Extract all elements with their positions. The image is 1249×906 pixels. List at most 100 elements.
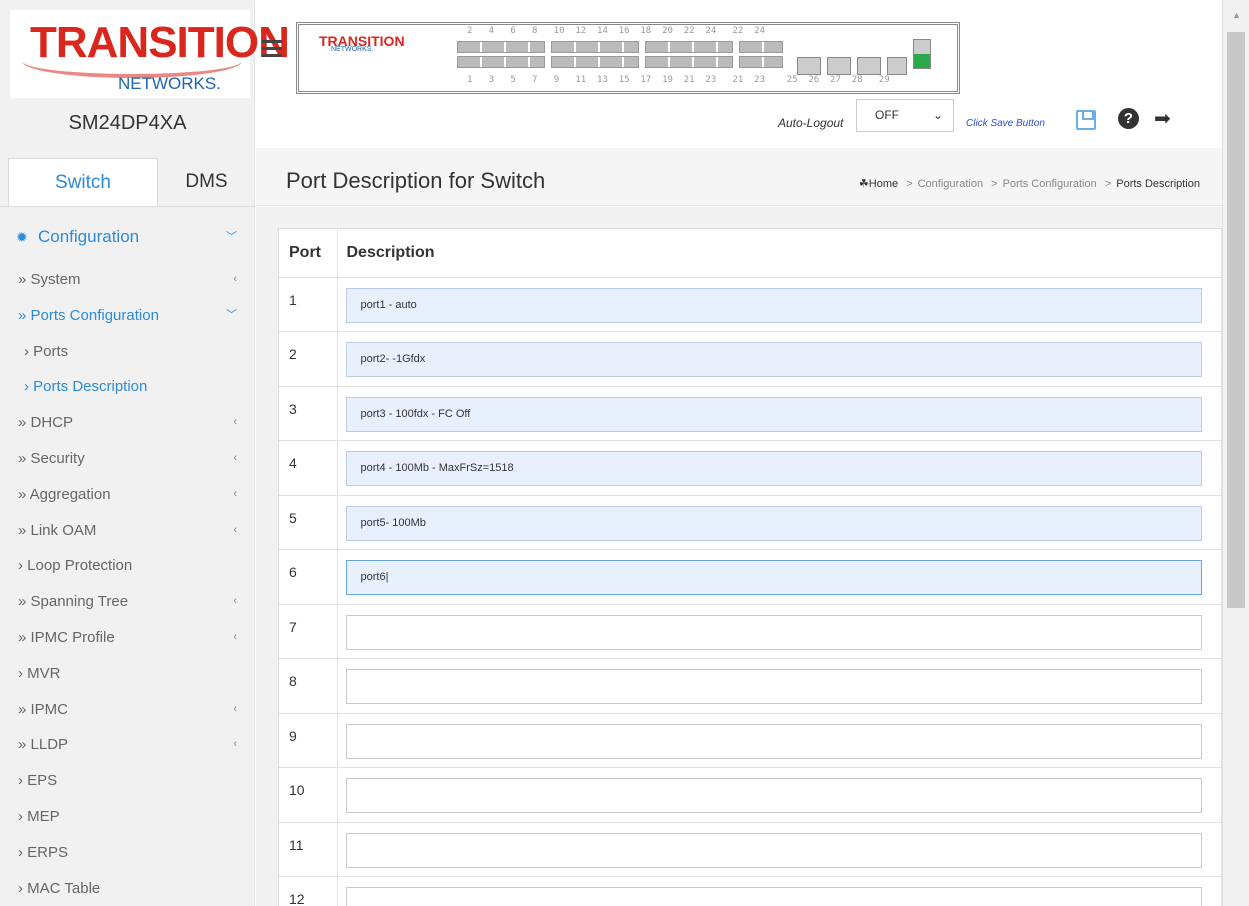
tab-switch[interactable]: Switch: [8, 158, 158, 206]
nav-item-label: › Ports: [24, 342, 69, 360]
page-title: Port Description for Switch: [286, 168, 546, 193]
port-number: 11: [279, 822, 338, 877]
sfp-port[interactable]: [857, 57, 881, 75]
sidebar-tabs: Switch DMS: [0, 158, 255, 206]
sidebar-item-spanning-tree[interactable]: » Spanning Tree ‹: [0, 584, 255, 620]
sfp-port[interactable]: [827, 57, 851, 75]
column-header-description: Description: [337, 229, 1221, 278]
port-group-1[interactable]: [457, 39, 545, 71]
sidebar-item-mac-table[interactable]: › MAC Table: [0, 871, 255, 906]
breadcrumb-configuration[interactable]: Configuration: [918, 178, 983, 190]
nav-item-label: » Link OAM: [18, 521, 97, 539]
logo-wordmark: TRANSITION: [30, 18, 290, 67]
breadcrumb-current: Ports Description: [1116, 178, 1200, 190]
brand-logo: TRANSITION NETWORKS.: [10, 10, 290, 98]
port-description-input[interactable]: [345, 723, 1202, 759]
nav-item-label: » LLDP: [18, 736, 69, 754]
port-group-2[interactable]: [551, 39, 639, 71]
chevron-down-icon: ﹀: [226, 308, 237, 321]
port-description-input[interactable]: [345, 669, 1202, 704]
nav-item-label: » Ports Configuration: [18, 306, 159, 324]
breadcrumb: ☘Home > Configuration > Ports Configuratio…: [858, 178, 1200, 190]
sidebar-item-link-oam[interactable]: » Link OAM ‹: [0, 513, 255, 549]
gear-icon: ✹: [16, 229, 28, 245]
sidebar: TRANSITION NETWORKS. SM24DP4XA Switch DM…: [0, 0, 290, 906]
tab-divider: [0, 206, 255, 207]
port-description-table: Port Description 1 port1 - auto 2 port2- -…: [278, 228, 1222, 906]
sidebar-item-aggregation[interactable]: » Aggregation ‹: [0, 477, 255, 513]
panel-logo: TRANSITION NETWORKS.: [319, 33, 409, 53]
nav-item-label: » IPMC: [18, 700, 69, 718]
scroll-up-arrow-icon[interactable]: ▲: [1232, 10, 1241, 20]
sidebar-item-erps[interactable]: › ERPS: [0, 835, 255, 871]
sidebar-item-mvr[interactable]: › MVR: [0, 656, 255, 692]
panel-port-numbers-top: 2 4 6 8 10 12 14 16 18 20 22 24 22 24: [467, 26, 766, 36]
table-row: 10: [279, 767, 1221, 823]
breadcrumb-ports-configuration[interactable]: Ports Configuration: [1003, 178, 1097, 190]
nav-item-label: » Security: [18, 449, 85, 467]
table-row: 8: [279, 658, 1221, 714]
panel-port-numbers-bottom: 1 3 5 7 9 11 13 15 17 19 21 23 21 23 25 …: [467, 75, 890, 85]
hamburger-menu-icon[interactable]: [262, 40, 282, 60]
sidebar-item-system[interactable]: » System ‹: [0, 262, 255, 298]
nav-section-configuration[interactable]: ✹ Configuration ﹀: [0, 222, 255, 262]
auto-logout-select[interactable]: OFF ⌄: [856, 99, 954, 132]
port-number: 5: [279, 495, 338, 550]
column-header-port: Port: [279, 229, 338, 278]
table-row: 7: [279, 604, 1221, 659]
port-group-4[interactable]: [739, 39, 783, 71]
port-description-input[interactable]: [345, 778, 1202, 813]
port-description-input[interactable]: [345, 887, 1202, 906]
switch-port-panel[interactable]: TRANSITION NETWORKS. 2 4 6 8 10 12 14 16…: [296, 22, 960, 94]
sfp-port[interactable]: [797, 57, 821, 75]
table-row: 6 port6|: [279, 549, 1221, 605]
nav-item-label: › ERPS: [18, 843, 69, 861]
port-description-input[interactable]: port3 - 100fdx - FC Off: [345, 396, 1202, 432]
chevron-left-icon: ‹: [233, 451, 237, 464]
sidebar-item-dhcp[interactable]: » DHCP ‹: [0, 405, 255, 441]
sidebar-item-eps[interactable]: › EPS: [0, 763, 255, 799]
port-description-input[interactable]: port5- 100Mb: [345, 505, 1202, 541]
nav-item-label: › MEP: [18, 807, 60, 825]
nav-item-label: › MVR: [18, 664, 61, 682]
sidebar-nav: ✹ Configuration ﹀ » System ‹ » Ports Confi…: [0, 222, 255, 906]
nav-item-label: » Spanning Tree: [18, 593, 129, 611]
sidebar-item-ipmc-profile[interactable]: » IPMC Profile ‹: [0, 620, 255, 656]
help-icon[interactable]: ?: [1118, 108, 1139, 129]
scrollbar-thumb[interactable]: [1227, 32, 1245, 608]
save-icon[interactable]: [1076, 110, 1096, 130]
breadcrumb-home[interactable]: Home: [869, 178, 898, 190]
sidebar-item-lldp[interactable]: » LLDP ‹: [0, 727, 255, 763]
sidebar-item-loop-protection[interactable]: › Loop Protection: [0, 548, 255, 584]
port-description-input[interactable]: [345, 614, 1202, 650]
logout-icon[interactable]: ➡: [1154, 106, 1171, 131]
logo-subtext: NETWORKS.: [118, 74, 221, 93]
nav-item-label: » Aggregation: [18, 485, 111, 503]
sidebar-item-mep[interactable]: › MEP: [0, 799, 255, 835]
auto-logout-label: Auto-Logout: [778, 116, 844, 130]
chevron-left-icon: ‹: [233, 416, 237, 429]
port-number: 7: [279, 604, 338, 659]
nav-item-label: » DHCP: [18, 414, 74, 432]
port-29-link-up[interactable]: [913, 39, 931, 69]
sidebar-item-ports[interactable]: › Ports: [0, 334, 255, 370]
sidebar-item-security[interactable]: » Security ‹: [0, 441, 255, 477]
sfp-port[interactable]: [887, 57, 907, 75]
port-description-input[interactable]: port2- -1Gfdx: [345, 342, 1202, 377]
port-description-input[interactable]: port1 - auto: [345, 287, 1202, 323]
sidebar-item-ipmc[interactable]: » IPMC ‹: [0, 692, 255, 728]
tab-dms[interactable]: DMS: [158, 158, 255, 206]
sidebar-item-ports-description[interactable]: › Ports Description: [0, 369, 255, 405]
table-row: 4 port4 - 100Mb - MaxFrSz=1518: [279, 440, 1221, 496]
page-scrollbar[interactable]: ▲: [1222, 0, 1249, 906]
port-description-input-focused[interactable]: port6|: [345, 560, 1202, 595]
port-number: 1: [279, 277, 338, 332]
chevron-left-icon: ‹: [233, 273, 237, 285]
top-bar: TRANSITION NETWORKS. 2 4 6 8 10 12 14 16…: [256, 0, 1222, 148]
sidebar-item-ports-configuration[interactable]: » Ports Configuration ﹀: [0, 298, 255, 334]
port-group-3[interactable]: [645, 39, 733, 71]
table-row: 9: [279, 713, 1221, 768]
port-description-input[interactable]: [345, 832, 1202, 868]
chevron-left-icon: ‹: [233, 595, 237, 608]
port-description-input[interactable]: port4 - 100Mb - MaxFrSz=1518: [345, 451, 1202, 486]
